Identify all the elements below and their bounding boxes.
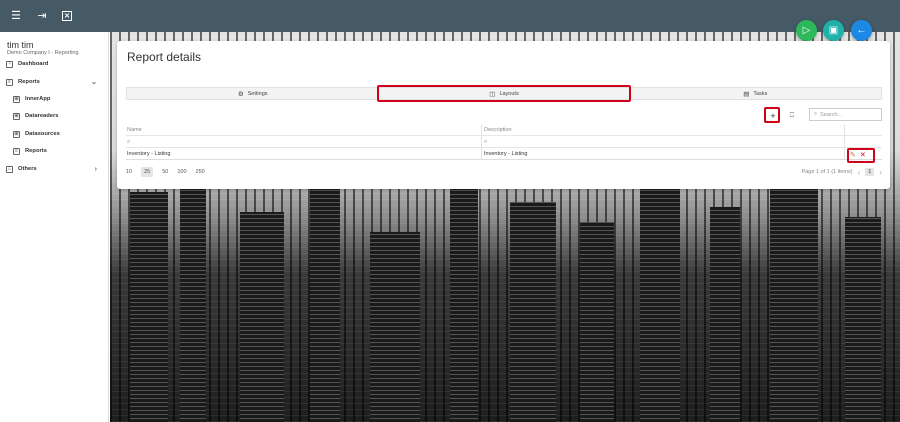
save-button[interactable]: ▣ [823, 20, 844, 41]
filter-description-icon[interactable]: ⌕ [483, 137, 487, 148]
table-icon: ⊞ [13, 95, 20, 103]
search-placeholder: Search... [820, 111, 843, 118]
top-bar: ☰ ⇥ ✕ [0, 0, 900, 32]
tab-label: Tasks [753, 90, 768, 97]
filter-name-icon[interactable]: ⌕ [126, 137, 130, 148]
back-button[interactable]: ← [851, 20, 872, 41]
page-size-selector: 10 25 50 100 250 [126, 166, 205, 178]
column-divider [844, 125, 845, 160]
page-size-option-selected[interactable]: 25 [141, 167, 154, 177]
document-icon: ≡ [6, 78, 13, 86]
page-info-text: Page 1 of 1 (1 items) [801, 169, 853, 175]
search-input[interactable]: ⌕ Search... [809, 108, 882, 121]
dashboard-icon: ◔ [6, 60, 13, 68]
building [130, 192, 168, 422]
sidebar-item-reports-sub[interactable]: ≡ Reports [13, 146, 47, 156]
building [180, 152, 206, 422]
page-size-option[interactable]: 250 [196, 169, 205, 175]
sidebar-item-label: Datareaders [25, 113, 59, 119]
column-header-description[interactable]: Description [483, 125, 512, 136]
sidebar-item-others[interactable]: ⌂ Others › [6, 164, 104, 174]
prev-page-icon[interactable]: ‹ [858, 168, 861, 177]
building [770, 187, 818, 422]
gear-icon: ⚙ [237, 90, 244, 98]
tab-bar: ⚙ Settings ◫ Layouts ▤ Tasks [126, 87, 882, 100]
next-page-icon[interactable]: › [879, 168, 882, 177]
table-icon: ⊞ [13, 130, 20, 138]
building [310, 172, 340, 422]
column-header-name[interactable]: Name [126, 125, 142, 136]
pagination: Page 1 of 1 (1 items) ‹ 1 › [802, 166, 882, 178]
row-actions: ✎ ✕ [850, 151, 866, 159]
sidebar-item-label: Reports [18, 79, 40, 85]
building [510, 202, 556, 422]
plus-icon: + [770, 111, 776, 121]
page-size-option[interactable]: 100 [177, 169, 186, 175]
chevron-right-icon: › [94, 165, 97, 173]
table-icon: ⊞ [13, 112, 20, 120]
building [240, 212, 284, 422]
tab-settings[interactable]: ⚙ Settings [127, 88, 378, 99]
building [580, 222, 614, 422]
menu-icon[interactable]: ☰ [10, 10, 22, 22]
tab-layouts[interactable]: ◫ Layouts [378, 88, 629, 99]
building [640, 177, 680, 422]
page-size-option[interactable]: 10 [126, 169, 132, 175]
search-icon: ⌕ [814, 111, 818, 117]
grid-header-row: Name Description [126, 125, 882, 136]
sidebar-item-label: Datasources [25, 131, 60, 137]
calendar-icon: ▤ [743, 90, 750, 98]
building [370, 232, 420, 422]
tab-tasks[interactable]: ▤ Tasks [630, 88, 881, 99]
tab-label: Layouts [499, 90, 519, 97]
sidebar-item-label: Reports [25, 148, 47, 154]
building [710, 207, 740, 422]
row-description: Inventory - Listing [484, 151, 528, 157]
sidebar-item-innerapp[interactable]: ⊞ InnerApp [13, 94, 50, 104]
building [450, 182, 478, 422]
current-page[interactable]: 1 [865, 168, 875, 176]
building [845, 217, 881, 422]
column-divider [481, 125, 482, 160]
delete-icon[interactable]: ✕ [860, 151, 866, 159]
play-icon: ▷ [802, 25, 811, 36]
sidebar-item-label: InnerApp [25, 96, 51, 102]
arrow-left-icon: ← [856, 25, 867, 36]
grid-filter-row: ⌕ ⌕ [126, 137, 882, 148]
sidebar-item-label: Others [18, 166, 37, 172]
table-row[interactable]: Inventory - Listing Inventory - Listing … [126, 149, 882, 160]
add-button[interactable]: + [767, 110, 779, 122]
sidebar-item-reports[interactable]: ≡ Reports ⌄ [6, 77, 104, 87]
page-size-option[interactable]: 50 [162, 169, 168, 175]
sidebar: tim tim Demo Company I - Reporting ◔ Das… [0, 32, 109, 422]
sidebar-item-dashboard[interactable]: ◔ Dashboard [6, 59, 48, 69]
sidebar-item-datareaders[interactable]: ⊞ Datareaders [13, 111, 59, 121]
bank-icon: ⌂ [6, 165, 13, 173]
document-icon: ≡ [13, 147, 20, 155]
logout-icon[interactable]: ⇥ [36, 10, 48, 22]
sidebar-item-label: Dashboard [18, 61, 49, 67]
report-details-panel: Report details ⚙ Settings ◫ Layouts ▤ Ta… [117, 41, 890, 189]
page-title: Report details [127, 50, 202, 64]
close-box-icon[interactable]: ✕ [62, 11, 72, 21]
company-name: Demo Company I - Reporting [7, 50, 79, 56]
edit-icon[interactable]: ✎ [850, 151, 856, 159]
row-name: Inventory - Listing [127, 151, 171, 157]
run-button[interactable]: ▷ [796, 20, 817, 41]
chevron-down-icon: ⌄ [91, 79, 97, 86]
export-button[interactable]: ⎕ [786, 110, 798, 122]
save-icon: ▣ [828, 25, 839, 36]
export-icon: ⎕ [789, 112, 795, 119]
layout-icon: ◫ [489, 90, 496, 98]
sidebar-item-datasources[interactable]: ⊞ Datasources [13, 129, 60, 139]
tab-label: Settings [247, 90, 268, 97]
user-name: tim tim [7, 40, 34, 50]
